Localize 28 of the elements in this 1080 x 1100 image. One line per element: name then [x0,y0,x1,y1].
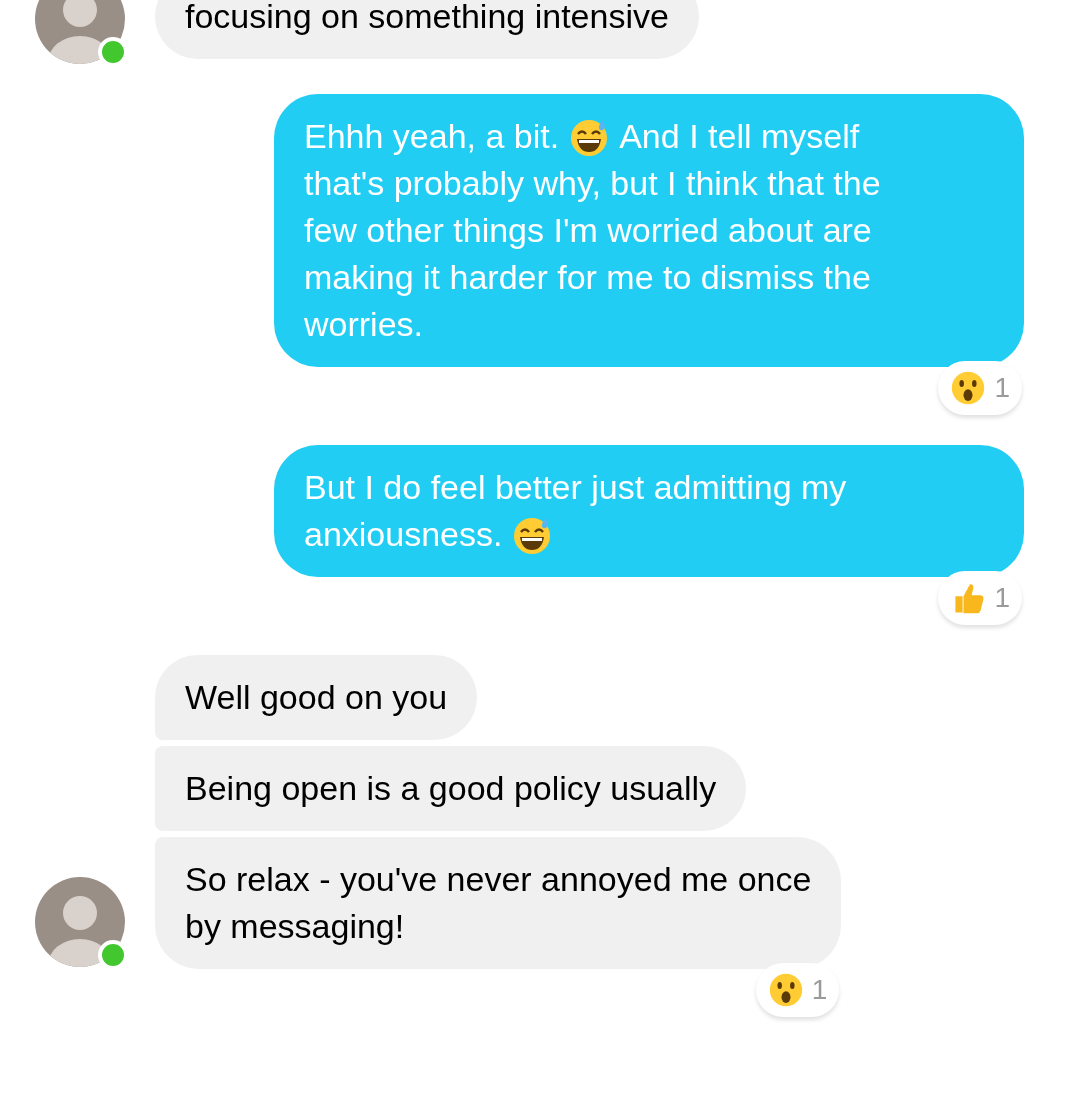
message-bubble[interactable]: focusing on something intensive [155,0,699,59]
reaction-count: 1 [811,973,828,1007]
reaction-count: 1 [994,371,1010,405]
message-text: And I tell myself [619,116,860,157]
reaction-pill[interactable]: 1 [938,571,1022,625]
message-text: Being open is a good policy usually [185,768,717,809]
message-text: So relax - you've never annoyed me once [185,859,812,900]
message-bubble[interactable]: So relax - you've never annoyed me once by messaging! [155,837,842,969]
message-text: few other things I'm worried about are [304,210,872,251]
message-text: Ehhh yeah, a bit. [304,116,560,157]
message-text: focusing on something intensive [185,0,669,37]
avatar-icon[interactable] [35,0,125,64]
message-bubble[interactable]: But I do feel better just admitting my anxiousness. [274,445,1024,577]
surprised-emoji-icon [767,972,804,1008]
reaction-pill[interactable]: 1 [755,963,840,1017]
reaction-count: 1 [994,581,1010,615]
message-text: by messaging! [185,906,405,947]
message-bubble[interactable]: Ehhh yeah, a bit. And I tell myself that's probably why, but I think that the few other things I'm worried about are making it harder for me to dismiss the worries. [274,94,1024,367]
message-text: making it harder for me to dismiss the [304,257,871,298]
message-text: anxiousness. [304,514,503,555]
message-bubble[interactable]: Well good on you [155,655,478,740]
message-bubble[interactable]: Being open is a good policy usually [155,746,747,831]
message-text: But I do feel better just admitting my [304,467,847,508]
message-text: that's probably why, but I think that the [304,163,881,204]
message-text: worries. [304,304,424,345]
message-text: Well good on you [185,677,448,718]
surprised-emoji-icon [950,370,987,406]
reaction-pill[interactable]: 1 [938,361,1022,415]
